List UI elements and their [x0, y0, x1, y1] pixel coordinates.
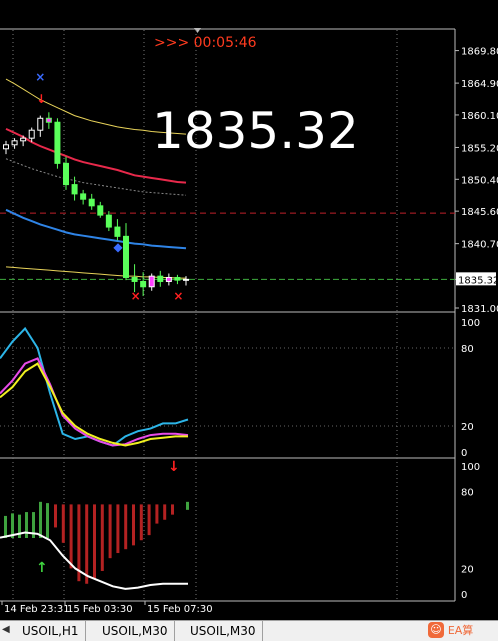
- hist-bar-red: [163, 504, 167, 520]
- hist-bar-green: [39, 501, 42, 538]
- price-tick-label: 1840.70: [461, 240, 498, 251]
- hist-bar-red: [124, 504, 128, 550]
- chart-canvas: × ↓ ◆ × × ↑ ↓ 1869.80 1864.90 1860.10 1855.20 185…: [0, 0, 498, 620]
- hist-tick-label: 20: [461, 564, 474, 575]
- watermark-text: EA算: [447, 624, 474, 637]
- stoch-tick-label: 100: [461, 318, 480, 329]
- hist-bar-red: [171, 504, 174, 515]
- candle-body: [54, 121, 61, 164]
- candle-body: [20, 137, 27, 142]
- big-price-readout: 1835.32: [152, 102, 359, 160]
- hist-bar-red: [132, 504, 135, 546]
- time-tick-label: 15 Feb 03:30: [67, 604, 133, 615]
- price-tick-label: 1869.80: [461, 47, 498, 58]
- hist-tick-label: 100: [461, 462, 480, 473]
- hist-bar-red: [61, 504, 65, 543]
- trading-terminal: × ↓ ◆ × × ↑ ↓ 1869.80 1864.90 1860.10 1855.20 185…: [0, 0, 498, 641]
- sell-signal-arrow-icon: ↓: [168, 459, 180, 475]
- price-tick-label: 1850.40: [461, 175, 498, 186]
- price-tick-label: 1845.60: [461, 207, 498, 218]
- tab-bar-arrow[interactable]: ◀: [2, 624, 10, 635]
- current-price-label: 1835.32: [458, 275, 498, 286]
- hist-bar-red: [147, 504, 151, 536]
- hist-bar-red: [54, 504, 57, 528]
- candle-body: [3, 144, 9, 150]
- tab-bar: ◀ USOIL,H1 USOIL,M30 USOIL,M30 ☺ EA算: [0, 620, 498, 641]
- candle-body: [148, 275, 155, 288]
- price-tick-label: 1864.90: [461, 79, 498, 90]
- chart-background: [0, 0, 498, 620]
- stoch-tick-label: 20: [461, 422, 474, 433]
- tab-label: USOIL,M30: [190, 624, 256, 638]
- candle-body: [123, 235, 129, 278]
- candle-body: [37, 117, 44, 131]
- hist-tick-label: 80: [461, 488, 474, 499]
- stoch-tick-label: 0: [461, 448, 467, 459]
- candle-body: [80, 193, 87, 200]
- candle-body: [165, 276, 172, 282]
- tab-label: USOIL,H1: [22, 624, 79, 638]
- sell-arrow-icon: ↓: [36, 92, 46, 106]
- watermark-logo: ☺ EA算: [428, 622, 496, 640]
- hist-bar-red: [155, 504, 159, 524]
- hist-tick-label: 0: [461, 590, 467, 601]
- red-x-marker: ×: [173, 289, 183, 303]
- hist-bar-red: [85, 504, 89, 584]
- candle-body: [28, 129, 35, 139]
- price-tick-label: 1855.20: [461, 143, 498, 154]
- buy-arrow-icon: ◆: [113, 240, 123, 254]
- candle-body: [11, 140, 18, 146]
- tab-label: USOIL,M30: [102, 624, 168, 638]
- candle-body: [71, 184, 78, 195]
- hist-bar-red: [93, 504, 96, 579]
- buy-signal-arrow-icon: ↑: [36, 560, 48, 576]
- hist-bar-red: [108, 504, 112, 559]
- tab-usoil-h1[interactable]: USOIL,H1: [16, 621, 86, 641]
- candle-body: [131, 276, 138, 282]
- hist-bar-green: [46, 503, 49, 538]
- time-tick-label: 14 Feb 23:31: [4, 604, 70, 615]
- tab-usoil-m30-active[interactable]: USOIL,M30: [184, 621, 263, 641]
- hist-bar-red: [100, 504, 104, 571]
- candle-body: [63, 162, 69, 186]
- candle-body: [45, 117, 52, 123]
- candle-body: [88, 198, 95, 207]
- candle-body: [174, 276, 181, 281]
- candle-body: [97, 205, 104, 216]
- candle-timer: >>> 00:05:46: [154, 35, 257, 51]
- price-tick-label: 1831.00: [461, 304, 498, 315]
- price-tick-label: 1860.10: [461, 111, 498, 122]
- hist-bar-red: [116, 504, 120, 554]
- candle-body: [183, 278, 189, 281]
- candle-body: [157, 275, 164, 282]
- candle-body: [114, 226, 121, 237]
- hist-bar-green: [4, 515, 7, 538]
- hist-bar-red: [69, 504, 73, 569]
- blue-x-marker: ×: [35, 70, 45, 84]
- stoch-tick-label: 80: [461, 344, 474, 355]
- hist-bar-green: [25, 512, 28, 538]
- candle-body: [140, 280, 147, 288]
- tab-usoil-m30[interactable]: USOIL,M30: [96, 621, 175, 641]
- red-x-marker: ×: [131, 289, 141, 303]
- candle-body: [105, 214, 112, 228]
- logo-icon: ☺: [428, 622, 444, 638]
- time-tick-label: 15 Feb 07:30: [147, 604, 213, 615]
- hist-bar-green: [186, 501, 189, 510]
- hist-bar-red: [139, 504, 143, 541]
